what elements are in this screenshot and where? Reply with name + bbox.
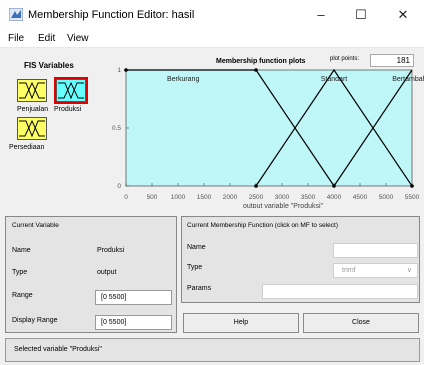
type-label: Type (12, 269, 28, 276)
x-tick-label: 0 (124, 194, 128, 201)
mf-point (254, 184, 258, 188)
chevron-down-icon: ∨ (406, 267, 412, 274)
mf-params-input[interactable] (262, 284, 418, 299)
title-bar: Membership Function Editor: hasil – ☐ ✕ (0, 0, 424, 30)
mf-name-label: Name (187, 244, 206, 251)
x-tick-label: 1000 (171, 194, 186, 201)
x-tick-label: 2000 (223, 194, 238, 201)
x-tick-label: 3500 (301, 194, 316, 201)
display-range-label: Display Range (12, 317, 58, 324)
mf-params-label: Params (187, 285, 212, 292)
current-variable-header: Current Variable (12, 222, 59, 229)
mf-point (410, 184, 414, 188)
mf-type-value: trimf (342, 267, 356, 274)
mf-point (332, 184, 336, 188)
name-label: Name (12, 247, 31, 254)
mf-type-label: Type (187, 264, 203, 271)
x-tick-label: 5000 (379, 194, 394, 201)
mf-point (254, 68, 258, 72)
plot-area (125, 69, 413, 187)
x-tick-label: 4500 (353, 194, 368, 201)
menu-file[interactable]: File (8, 33, 24, 44)
mf-type-select[interactable]: trimf ∨ (333, 263, 418, 278)
current-mf-header: Current Membership Function (click on MF… (187, 222, 338, 229)
minimize-button[interactable]: – (306, 5, 336, 25)
close-button[interactable]: Close (303, 313, 419, 333)
mf-label-berkurang: Berkurang (167, 76, 199, 83)
range-input[interactable]: [0 5500] (95, 290, 172, 305)
type-value: output (97, 269, 117, 276)
mf-name-input[interactable] (333, 243, 418, 258)
x-tick-label: 500 (147, 194, 158, 201)
help-button[interactable]: Help (183, 313, 299, 333)
menu-bar: File Edit View (0, 30, 424, 48)
y-tick-label: 0 (117, 183, 121, 190)
plot-title: Membership function plots (216, 58, 306, 65)
y-tick-label: 1 (117, 67, 121, 74)
display-range-input[interactable]: [0 5500] (95, 315, 172, 330)
mf-label-bertambah: Bertambah (392, 76, 424, 83)
membership-function-plot[interactable]: 0 500 1000 1500 2000 2500 3000 3500 4000 4500 5000… (0, 66, 424, 216)
matlab-icon (9, 8, 23, 21)
range-label: Range (12, 292, 33, 299)
y-tick-label: 0.5 (112, 125, 121, 132)
mf-label-standart: Standart (321, 76, 348, 83)
x-tick-label: 5500 (405, 194, 420, 201)
menu-view[interactable]: View (67, 33, 89, 44)
x-tick-label: 1500 (197, 194, 212, 201)
mf-point (124, 68, 128, 72)
x-tick-label: 4000 (327, 194, 342, 201)
name-value: Produksi (97, 247, 125, 254)
window-title: Membership Function Editor: hasil (28, 9, 195, 21)
x-tick-label: 2500 (249, 194, 264, 201)
status-bar: Selected variable "Produksi" (5, 338, 420, 362)
plot-points-label: plot points: (330, 56, 360, 62)
maximize-button[interactable]: ☐ (346, 5, 376, 25)
x-tick-label: 3000 (275, 194, 290, 201)
close-window-button[interactable]: ✕ (388, 5, 418, 25)
menu-edit[interactable]: Edit (38, 33, 55, 44)
